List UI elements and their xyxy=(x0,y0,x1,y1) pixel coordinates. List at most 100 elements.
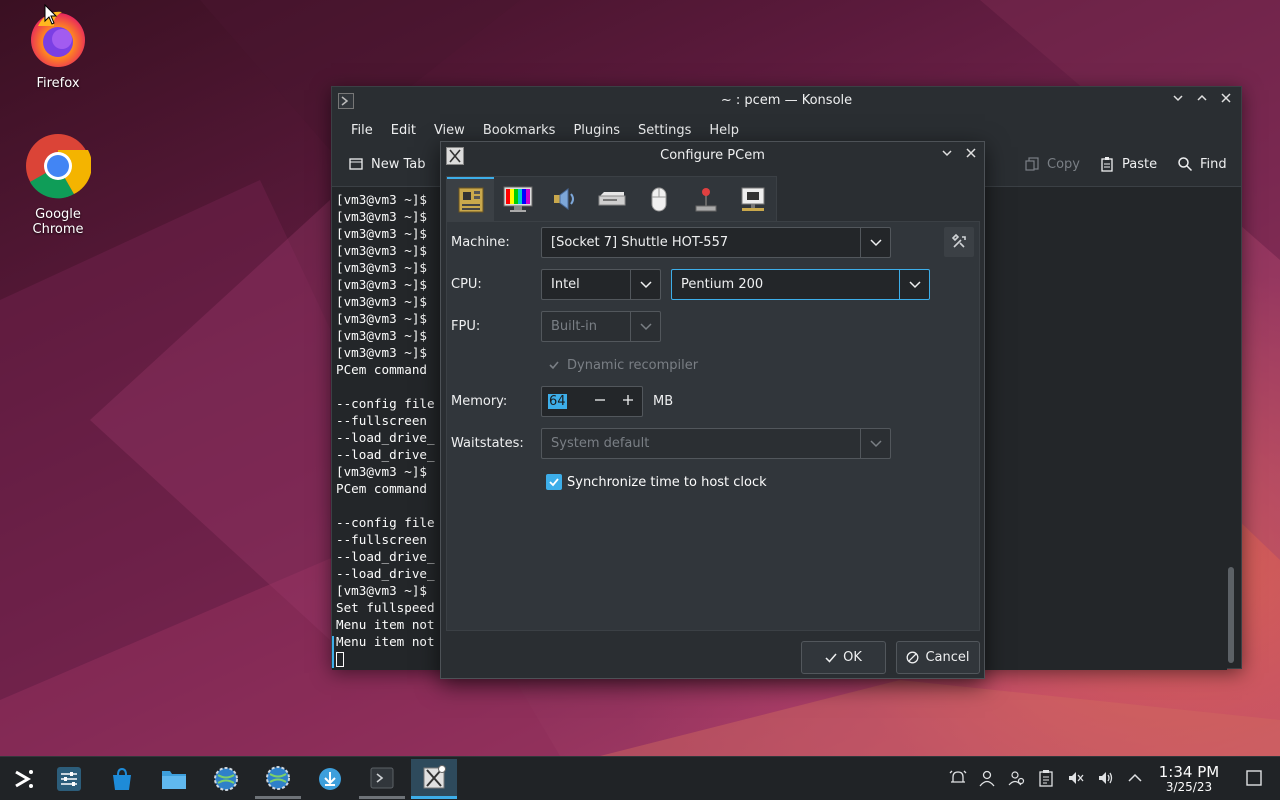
terminal-marker xyxy=(332,636,334,668)
menu-settings[interactable]: Settings xyxy=(629,123,700,138)
chrome-icon xyxy=(26,134,92,199)
tab-mouse[interactable] xyxy=(635,177,682,221)
tab-sound[interactable] xyxy=(541,177,588,221)
new-tab-button[interactable]: New Tab xyxy=(348,156,426,172)
application-launcher[interactable] xyxy=(0,759,46,799)
cpu-vendor-dropdown-arrow[interactable] xyxy=(630,270,660,299)
dialog-titlebar[interactable]: Configure PCem xyxy=(441,142,984,170)
speaker-muted-icon xyxy=(1069,772,1084,784)
sync-time-checkbox[interactable]: Synchronize time to host clock xyxy=(546,474,767,490)
globe-gear-icon xyxy=(214,767,238,791)
taskbar-clock[interactable]: 1:34 PM 3/25/23 xyxy=(1153,764,1225,794)
volume-icon xyxy=(1099,772,1113,784)
minus-icon xyxy=(595,399,605,401)
ok-button[interactable]: OK xyxy=(801,641,886,674)
chevron-down-icon xyxy=(1173,95,1183,102)
scrollbar-thumb[interactable] xyxy=(1228,567,1234,663)
configure-dialog: Configure PCem Machine: [Socket 7] Shutt… xyxy=(440,141,985,679)
show-desktop-button[interactable] xyxy=(1244,768,1264,788)
clock-time: 1:34 PM xyxy=(1158,763,1220,781)
menu-plugins[interactable]: Plugins xyxy=(564,123,629,138)
konsole-titlebar[interactable]: ~ : pcem — Konsole xyxy=(332,87,1241,115)
dialog-close-button[interactable] xyxy=(962,146,980,164)
konsole-title: ~ : pcem — Konsole xyxy=(720,93,853,108)
network-icon xyxy=(741,187,764,211)
paste-icon xyxy=(1101,157,1113,172)
memory-spinbox[interactable]: 64 xyxy=(541,386,643,417)
settings-icon xyxy=(57,767,81,791)
taskbar-downloader[interactable] xyxy=(307,759,353,799)
taskbar-system-settings[interactable] xyxy=(46,759,92,799)
dynamic-recompiler-label: Dynamic recompiler xyxy=(567,357,699,373)
chevron-down-icon xyxy=(942,150,952,157)
cpu-model-value: Pentium 200 xyxy=(681,277,764,292)
fpu-dropdown-arrow[interactable] xyxy=(630,312,660,341)
chevron-down-icon xyxy=(869,238,882,246)
terminal-scrollbar[interactable] xyxy=(1227,187,1235,670)
machine-select[interactable]: [Socket 7] Shuttle HOT-557 xyxy=(541,227,891,258)
tab-machine[interactable] xyxy=(447,177,494,221)
taskbar-browser-2[interactable] xyxy=(255,759,301,799)
search-icon xyxy=(1178,157,1193,172)
tab-drives[interactable] xyxy=(588,177,635,221)
menu-view[interactable]: View xyxy=(425,123,474,138)
maximize-button[interactable] xyxy=(1193,91,1211,109)
cpu-vendor-select[interactable]: Intel xyxy=(541,269,661,300)
globe-gear-icon xyxy=(266,765,290,790)
fpu-value: Built-in xyxy=(551,319,598,334)
cpu-model-dropdown-arrow[interactable] xyxy=(899,270,929,299)
taskbar-discover[interactable] xyxy=(99,759,145,799)
desktop-icon-chrome[interactable]: Google Chrome xyxy=(8,133,108,237)
cancel-icon xyxy=(907,651,919,664)
taskbar-browser-1[interactable] xyxy=(203,759,249,799)
taskbar-konsole[interactable] xyxy=(359,759,405,799)
menu-edit[interactable]: Edit xyxy=(382,123,425,138)
cancel-button[interactable]: Cancel xyxy=(896,641,980,674)
tray-network[interactable] xyxy=(1007,768,1027,788)
tab-network[interactable] xyxy=(729,177,776,221)
taskbar-file-manager[interactable] xyxy=(151,759,197,799)
tray-user[interactable] xyxy=(977,768,997,788)
tray-expander[interactable] xyxy=(1125,768,1145,788)
alarm-icon xyxy=(949,770,967,783)
close-button[interactable] xyxy=(1217,91,1235,109)
memory-increment-button[interactable] xyxy=(617,390,639,412)
tab-display[interactable] xyxy=(494,177,541,221)
memory-value[interactable]: 64 xyxy=(548,394,567,409)
machine-dropdown-arrow[interactable] xyxy=(860,228,890,257)
network-users-icon xyxy=(1008,771,1025,786)
machine-configure-button[interactable] xyxy=(944,227,974,257)
settings-tabbar xyxy=(446,176,777,221)
machine-value: [Socket 7] Shuttle HOT-557 xyxy=(551,235,729,250)
taskbar-pcem[interactable] xyxy=(411,759,457,799)
menu-file[interactable]: File xyxy=(342,123,382,138)
desktop-icon-firefox[interactable]: Firefox xyxy=(8,6,108,91)
fpu-select[interactable]: Built-in xyxy=(541,311,661,342)
cancel-label: Cancel xyxy=(925,650,970,665)
dialog-minimize-button[interactable] xyxy=(938,146,956,164)
machine-settings-panel: Machine: [Socket 7] Shuttle HOT-557 CPU:… xyxy=(446,221,980,631)
paste-button[interactable]: Paste xyxy=(1099,156,1157,172)
dynamic-recompiler-checkbox[interactable]: Dynamic recompiler xyxy=(546,357,698,373)
menu-help[interactable]: Help xyxy=(700,123,748,138)
drives-icon xyxy=(598,192,625,206)
minimize-button[interactable] xyxy=(1169,91,1187,109)
waitstates-select[interactable]: System default xyxy=(541,428,891,459)
new-tab-label: New Tab xyxy=(371,156,426,172)
chevron-down-icon xyxy=(908,280,921,288)
tray-mic-muted[interactable] xyxy=(1066,768,1086,788)
tray-volume[interactable] xyxy=(1096,768,1116,788)
tab-joystick[interactable] xyxy=(682,177,729,221)
tray-clipboard[interactable] xyxy=(1036,768,1056,788)
tray-notifications[interactable] xyxy=(948,768,968,788)
menu-bookmarks[interactable]: Bookmarks xyxy=(474,123,565,138)
memory-decrement-button[interactable] xyxy=(589,390,611,412)
waitstates-dropdown-arrow[interactable] xyxy=(860,429,890,458)
paste-label: Paste xyxy=(1122,156,1158,172)
dialog-title: Configure PCem xyxy=(660,148,765,163)
cpu-model-select[interactable]: Pentium 200 xyxy=(671,269,930,300)
pcem-icon xyxy=(423,764,446,788)
terminal-icon xyxy=(370,767,394,788)
copy-button[interactable]: Copy xyxy=(1024,156,1080,172)
find-button[interactable]: Find xyxy=(1177,156,1227,172)
